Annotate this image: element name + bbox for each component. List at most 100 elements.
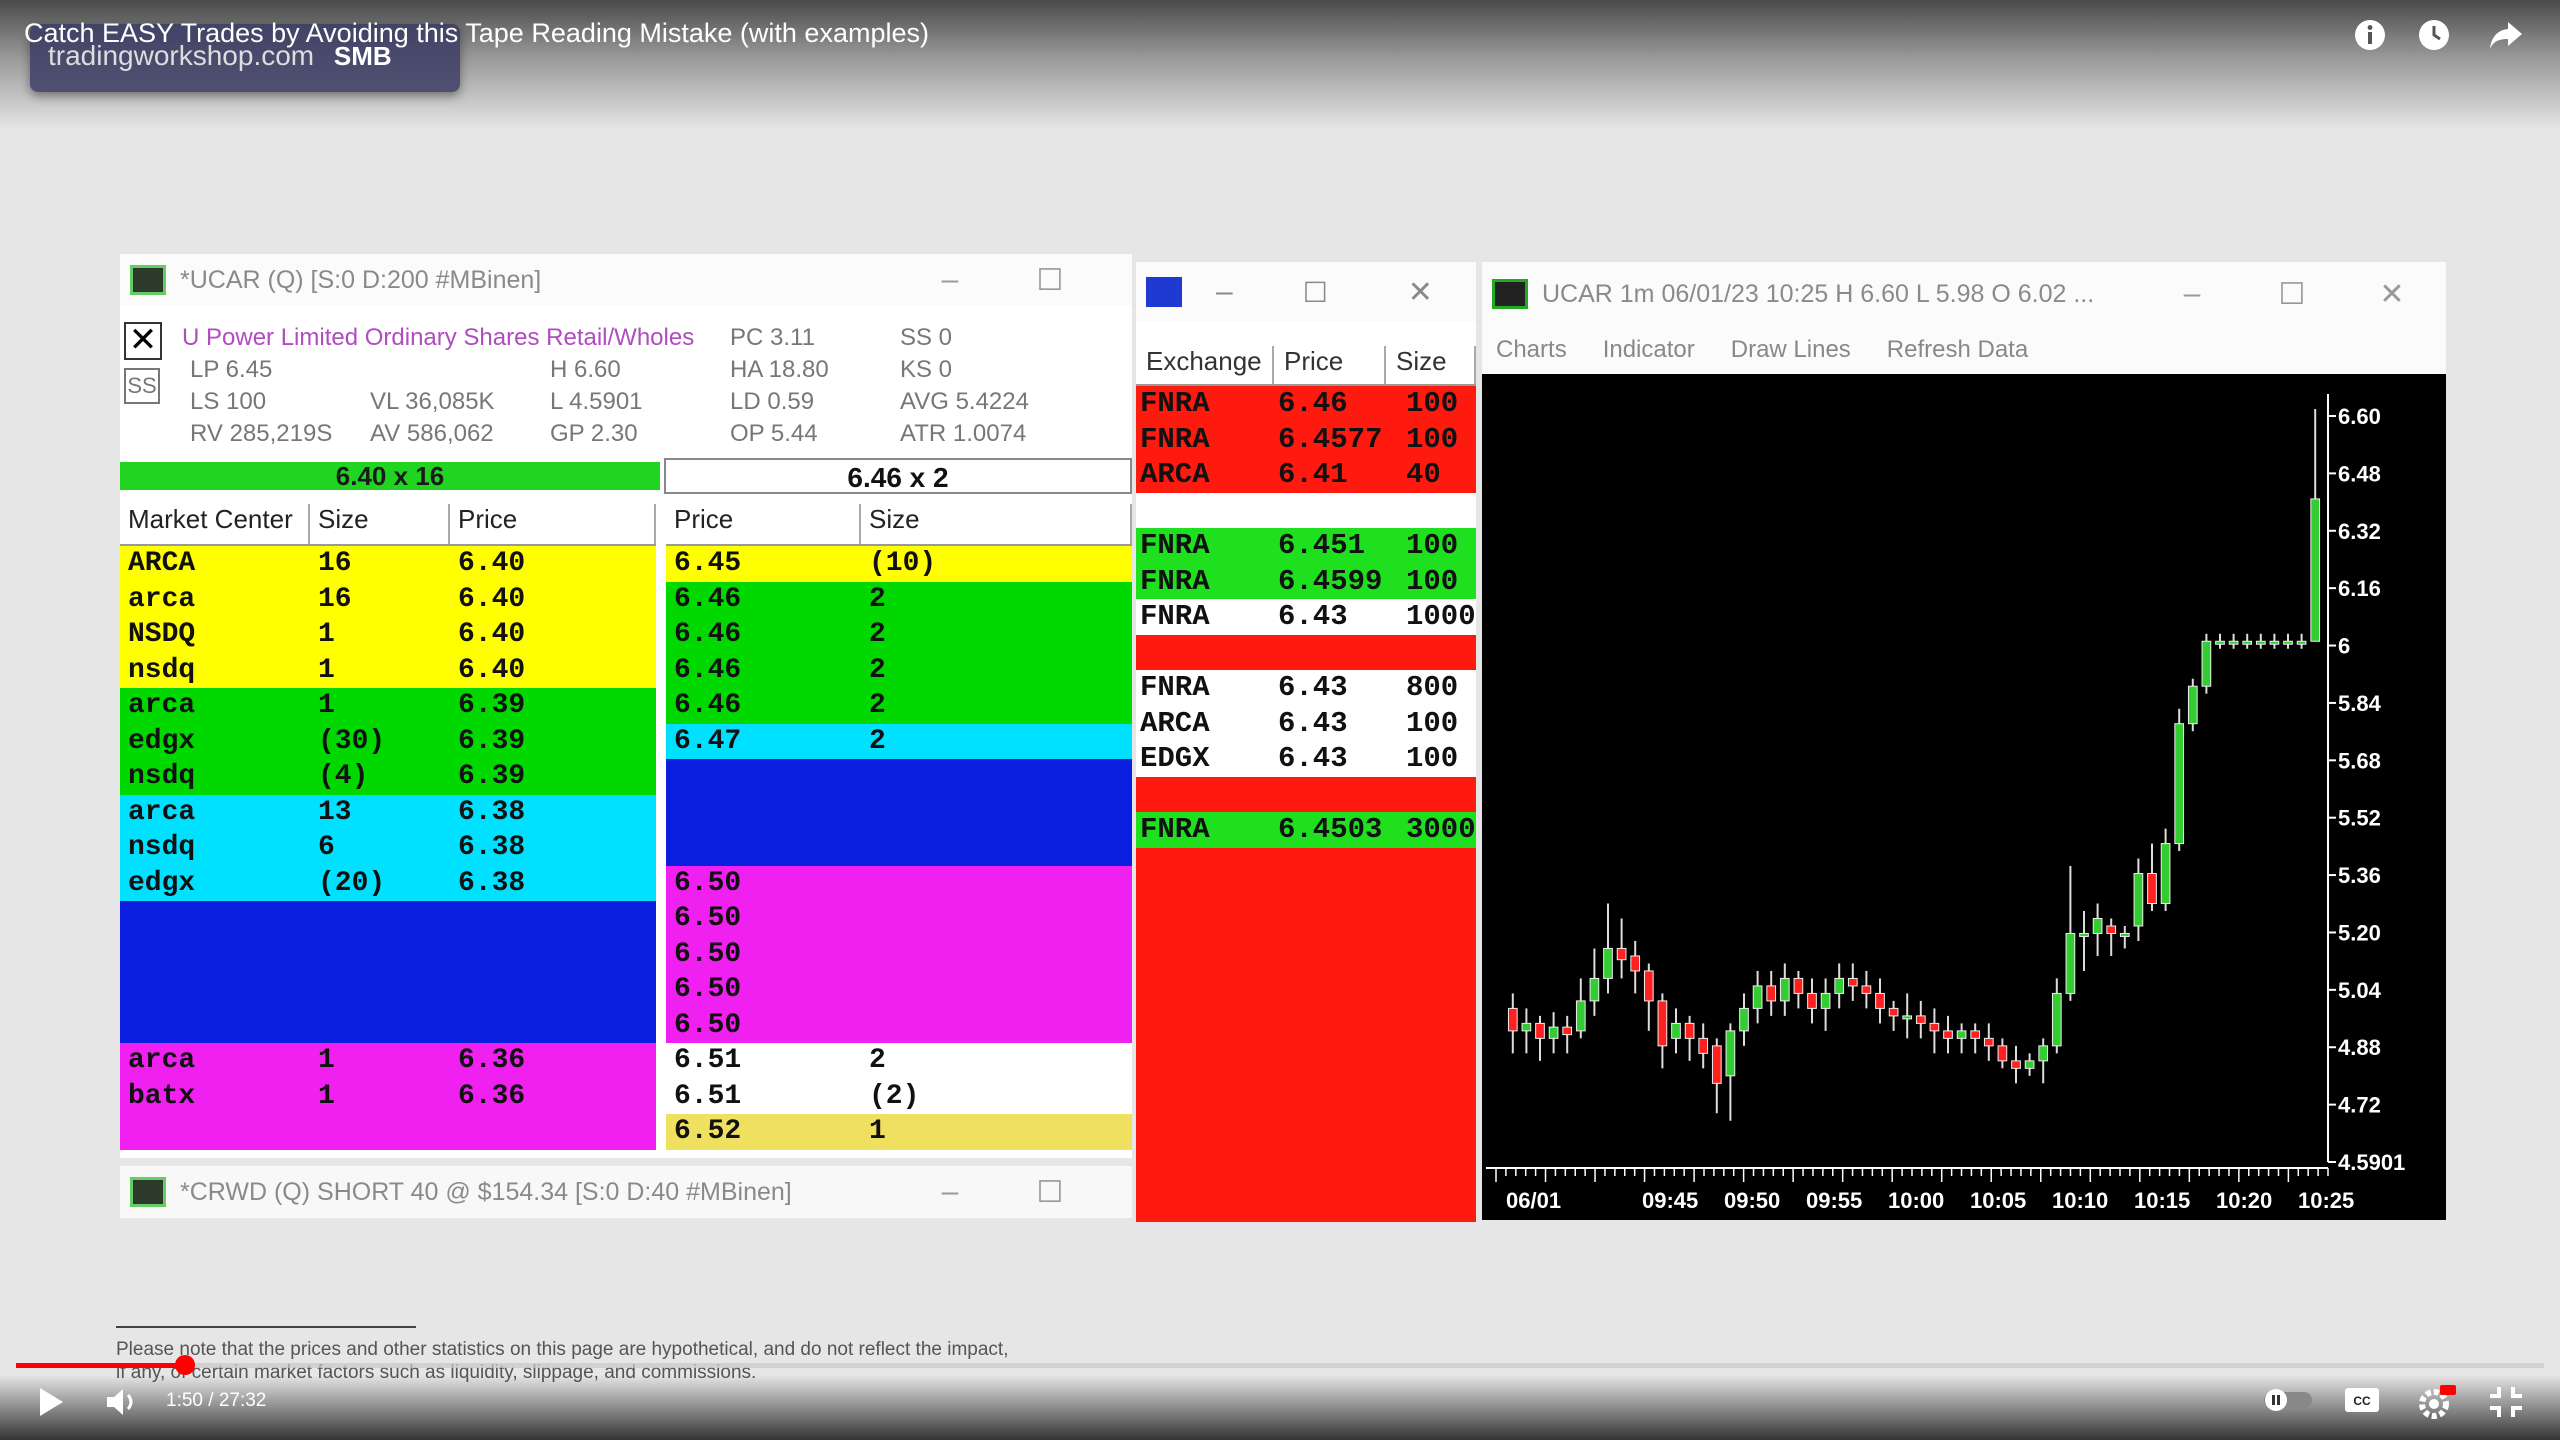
close-x-icon[interactable]: ✕ bbox=[124, 322, 162, 360]
bid-row[interactable]: batx 1 6.36 bbox=[120, 1078, 656, 1114]
bid-row[interactable] bbox=[120, 972, 656, 1008]
ask-row[interactable]: 6.50 bbox=[666, 936, 1132, 972]
ts-row[interactable] bbox=[1136, 1202, 1476, 1222]
share-icon[interactable] bbox=[2488, 18, 2524, 54]
bid-row[interactable]: arca 1 6.39 bbox=[120, 688, 656, 724]
ask-row[interactable]: 6.46 2 bbox=[666, 688, 1132, 724]
bid-row[interactable]: arca 13 6.38 bbox=[120, 794, 656, 830]
settings-gear-icon[interactable] bbox=[2416, 1385, 2456, 1425]
ask-row[interactable]: 6.51 (2) bbox=[666, 1078, 1132, 1114]
ts-row[interactable]: FNRA 6.451 100 bbox=[1136, 528, 1476, 564]
menu-charts[interactable]: Charts bbox=[1496, 336, 1567, 364]
ss-button[interactable]: SS bbox=[124, 368, 160, 404]
ts-row[interactable] bbox=[1136, 1131, 1476, 1167]
ts-row[interactable]: ARCA 6.43 100 bbox=[1136, 705, 1476, 741]
ts-row[interactable]: EDGX 6.43 100 bbox=[1136, 741, 1476, 777]
menu-refresh-data[interactable]: Refresh Data bbox=[1887, 336, 2028, 364]
candlestick-chart[interactable]: 6.60 6.48 6.32 6.16 6 5.84 5.68 5.52 5.36 5.20 5.0… bbox=[1482, 374, 2446, 1220]
ask-row[interactable]: 6.46 2 bbox=[666, 617, 1132, 653]
ts-row[interactable] bbox=[1136, 1025, 1476, 1061]
bid-row[interactable]: arca 16 6.40 bbox=[120, 581, 656, 617]
ts-row[interactable] bbox=[1136, 1167, 1476, 1203]
ts-row[interactable]: FNRA 6.43 1000 bbox=[1136, 599, 1476, 635]
ask-row[interactable] bbox=[666, 759, 1132, 795]
minimize-icon[interactable]: – bbox=[2142, 277, 2242, 311]
captions-icon[interactable]: CC bbox=[2344, 1385, 2380, 1425]
bid-row[interactable]: arca 1 6.36 bbox=[120, 1043, 656, 1079]
menu-draw-lines[interactable]: Draw Lines bbox=[1731, 336, 1851, 364]
col-price[interactable]: Price bbox=[450, 504, 656, 544]
ts-row[interactable] bbox=[1136, 918, 1476, 954]
volume-icon[interactable] bbox=[104, 1385, 140, 1425]
col-price[interactable]: Price bbox=[666, 504, 861, 544]
ts-row[interactable]: FNRA 6.4503 3000 bbox=[1136, 812, 1476, 848]
info-icon[interactable] bbox=[2352, 18, 2388, 54]
ts-row[interactable]: FNRA 6.46 100 bbox=[1136, 386, 1476, 422]
ts-row[interactable] bbox=[1136, 954, 1476, 990]
maximize-icon[interactable]: ☐ bbox=[1000, 1175, 1100, 1210]
maximize-icon[interactable]: ☐ bbox=[2242, 277, 2342, 312]
ask-row[interactable]: 6.50 bbox=[666, 1007, 1132, 1043]
ts-row[interactable] bbox=[1136, 1060, 1476, 1096]
bid-row[interactable] bbox=[120, 901, 656, 937]
bid-row[interactable] bbox=[120, 936, 656, 972]
ask-row[interactable]: 6.50 bbox=[666, 865, 1132, 901]
minimize-icon[interactable]: – bbox=[900, 263, 1000, 297]
ts-row[interactable] bbox=[1136, 989, 1476, 1025]
ts-row[interactable]: ARCA 6.41 40 bbox=[1136, 457, 1476, 493]
ask-row[interactable]: 6.45 (10) bbox=[666, 546, 1132, 582]
progress-bar[interactable] bbox=[16, 1363, 2544, 1368]
crwd-window[interactable]: *CRWD (Q) SHORT 40 @ $154.34 [S:0 D:40 #… bbox=[120, 1166, 1132, 1218]
bid-row[interactable]: nsdq 6 6.38 bbox=[120, 830, 656, 866]
col-size[interactable]: Size bbox=[861, 504, 1132, 544]
ts-row[interactable]: FNRA 6.4577 100 bbox=[1136, 421, 1476, 457]
ts-titlebar[interactable]: – ☐ ✕ bbox=[1136, 262, 1476, 322]
col-size[interactable]: Size bbox=[310, 504, 450, 544]
ask-row[interactable]: 6.47 2 bbox=[666, 723, 1132, 759]
ts-row[interactable]: FNRA 6.4599 100 bbox=[1136, 563, 1476, 599]
ts-exchange: FNRA bbox=[1140, 564, 1210, 598]
ts-row[interactable] bbox=[1136, 776, 1476, 812]
ask-row[interactable] bbox=[666, 830, 1132, 866]
ask-row[interactable] bbox=[666, 794, 1132, 830]
bid-row[interactable]: nsdq (4) 6.39 bbox=[120, 759, 656, 795]
bid-row[interactable]: ARCA 16 6.40 bbox=[120, 546, 656, 582]
ts-row[interactable] bbox=[1136, 1096, 1476, 1132]
bid-row[interactable] bbox=[120, 1114, 656, 1150]
ts-row[interactable]: FNRA 6.43 800 bbox=[1136, 670, 1476, 706]
video-title[interactable]: Catch EASY Trades by Avoiding this Tape … bbox=[24, 18, 929, 49]
ask-row[interactable]: 6.46 2 bbox=[666, 581, 1132, 617]
menu-indicator[interactable]: Indicator bbox=[1603, 336, 1695, 364]
minimize-icon[interactable]: – bbox=[1216, 275, 1233, 309]
play-icon[interactable] bbox=[36, 1385, 66, 1425]
bid-row[interactable]: edgx (20) 6.38 bbox=[120, 865, 656, 901]
maximize-icon[interactable]: ☐ bbox=[1000, 263, 1100, 298]
ask-row[interactable]: 6.50 bbox=[666, 901, 1132, 937]
close-icon[interactable]: ✕ bbox=[1100, 263, 1132, 298]
ask-row[interactable]: 6.50 bbox=[666, 972, 1132, 1008]
bid-row[interactable]: NSDQ 1 6.40 bbox=[120, 617, 656, 653]
ask-row[interactable]: 6.51 2 bbox=[666, 1043, 1132, 1079]
col-price[interactable]: Price bbox=[1274, 346, 1386, 384]
close-icon[interactable]: ✕ bbox=[2342, 277, 2442, 312]
maximize-icon[interactable]: ☐ bbox=[1303, 276, 1328, 309]
ts-row[interactable] bbox=[1136, 847, 1476, 883]
exit-fullscreen-icon[interactable] bbox=[2488, 1385, 2524, 1425]
candle-body bbox=[2119, 932, 2130, 937]
col-exchange[interactable]: Exchange bbox=[1136, 346, 1274, 384]
close-icon[interactable]: ✕ bbox=[1100, 1175, 1132, 1210]
bid-row[interactable]: edgx (30) 6.39 bbox=[120, 723, 656, 759]
col-market-center[interactable]: Market Center bbox=[120, 504, 310, 544]
ts-row[interactable] bbox=[1136, 492, 1476, 528]
col-size[interactable]: Size bbox=[1386, 346, 1476, 384]
ts-row[interactable] bbox=[1136, 883, 1476, 919]
ts-row[interactable] bbox=[1136, 634, 1476, 670]
close-icon[interactable]: ✕ bbox=[1408, 275, 1433, 310]
minimize-icon[interactable]: – bbox=[900, 1175, 1000, 1209]
bid-row[interactable] bbox=[120, 1007, 656, 1043]
bid-row[interactable]: nsdq 1 6.40 bbox=[120, 652, 656, 688]
ask-row[interactable]: 6.52 1 bbox=[666, 1114, 1132, 1150]
watch-later-icon[interactable] bbox=[2416, 18, 2452, 54]
autoplay-toggle-icon[interactable] bbox=[2262, 1385, 2314, 1425]
ask-row[interactable]: 6.46 2 bbox=[666, 652, 1132, 688]
